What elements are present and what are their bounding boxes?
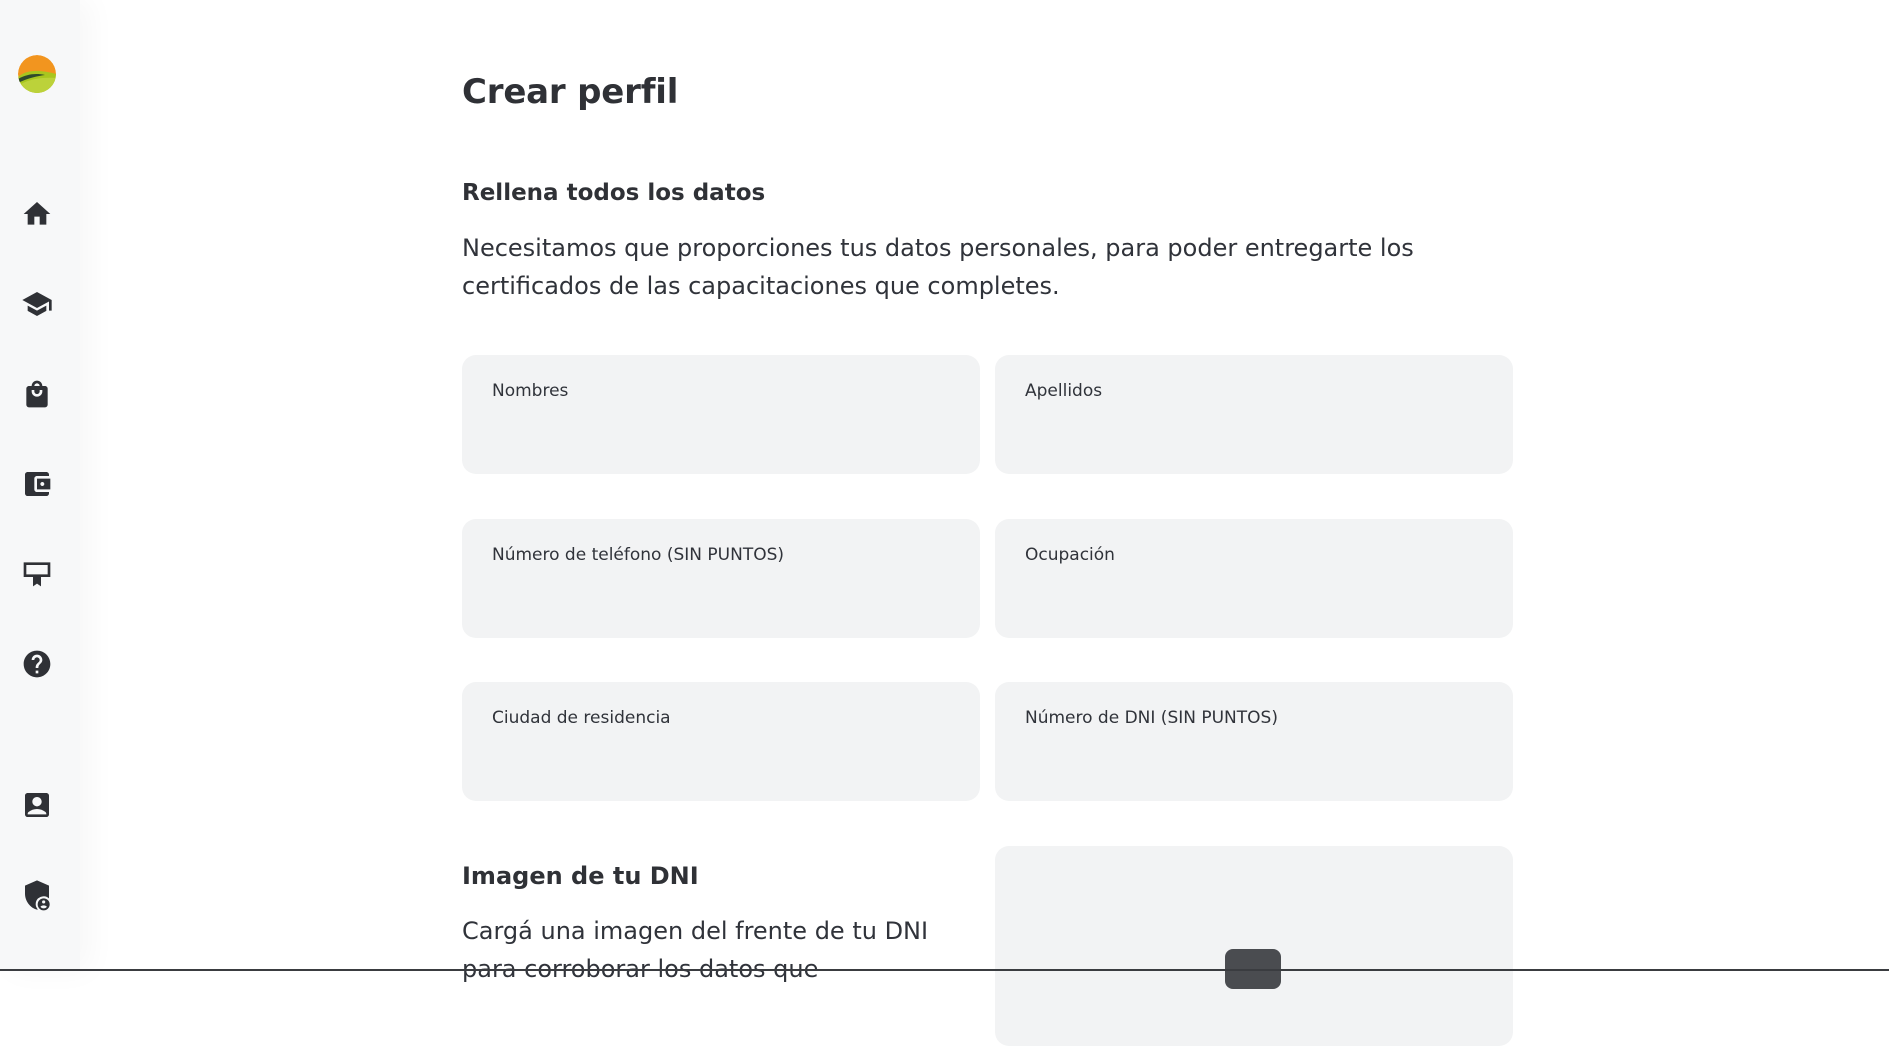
dni-image-description: Cargá una imagen del frente de tu DNI pa… — [462, 917, 929, 983]
ciudad-field[interactable]: Ciudad de residencia — [462, 682, 980, 801]
ocupacion-input[interactable] — [1025, 577, 1487, 615]
ocupacion-field[interactable]: Ocupación — [995, 519, 1513, 638]
help-icon[interactable] — [20, 647, 54, 681]
sidebar — [0, 0, 80, 971]
wallet-icon[interactable] — [20, 467, 54, 501]
ciudad-input[interactable] — [492, 740, 954, 778]
dni-input[interactable] — [1025, 740, 1487, 778]
graduation-cap-icon[interactable] — [20, 287, 54, 321]
section-description: Necesitamos que proporciones tus datos p… — [462, 234, 1414, 300]
apellidos-label: Apellidos — [1025, 381, 1103, 401]
apellidos-input[interactable] — [1025, 413, 1487, 451]
dni-image-upload-area[interactable] — [995, 846, 1513, 1046]
shopping-bag-icon[interactable] — [20, 377, 54, 411]
dni-field[interactable]: Número de DNI (SIN PUNTOS) — [995, 682, 1513, 801]
dni-image-title: Imagen de tu DNI — [462, 862, 699, 890]
telefono-label: Número de teléfono (SIN PUNTOS) — [492, 545, 785, 565]
certificate-icon[interactable] — [20, 556, 54, 590]
telefono-field[interactable]: Número de teléfono (SIN PUNTOS) — [462, 519, 980, 638]
nombres-field[interactable]: Nombres — [462, 355, 980, 474]
nombres-label: Nombres — [492, 381, 569, 401]
telefono-input[interactable] — [492, 577, 954, 615]
apellidos-field[interactable]: Apellidos — [995, 355, 1513, 474]
nombres-input[interactable] — [492, 413, 954, 451]
ciudad-label: Ciudad de residencia — [492, 708, 671, 728]
ocupacion-label: Ocupación — [1025, 545, 1115, 565]
profile-card-icon[interactable] — [20, 788, 54, 822]
home-icon[interactable] — [20, 197, 54, 231]
dni-label: Número de DNI (SIN PUNTOS) — [1025, 708, 1278, 728]
page-title: Crear perfil — [462, 72, 679, 112]
privacy-shield-icon[interactable] — [20, 878, 54, 912]
section-title: Rellena todos los datos — [462, 180, 766, 206]
app-logo[interactable] — [18, 55, 56, 93]
